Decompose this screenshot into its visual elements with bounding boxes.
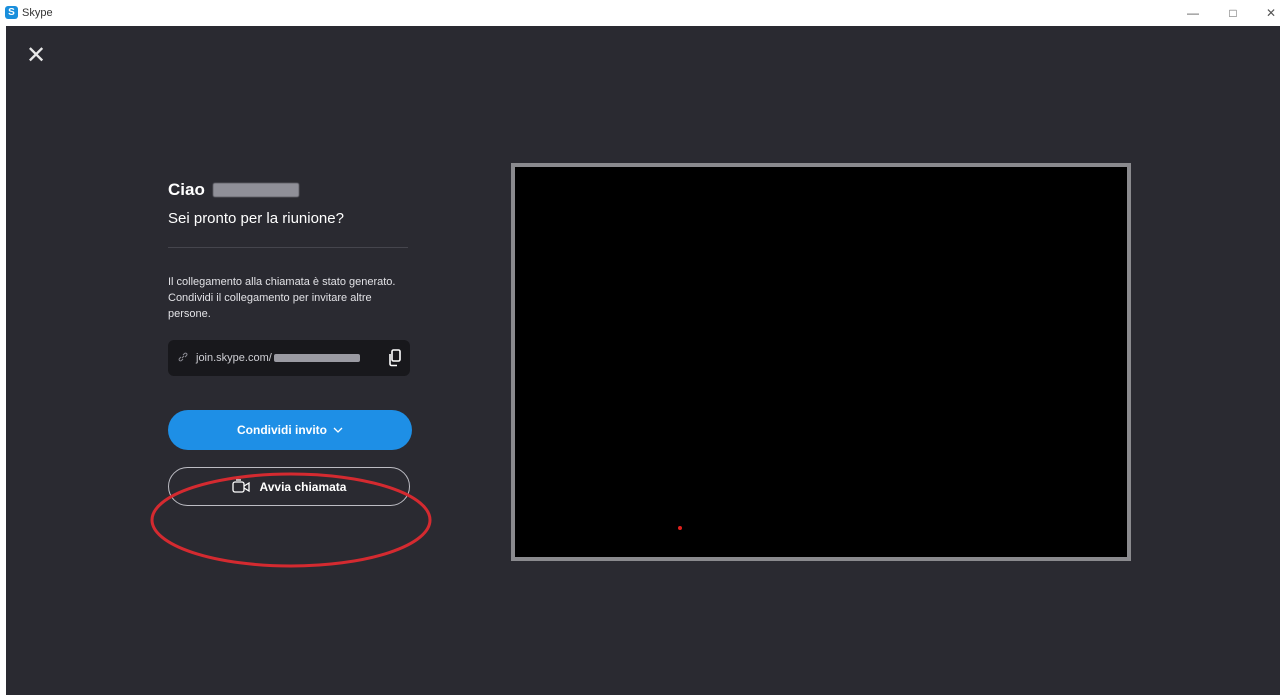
meeting-link-redacted [273,354,360,362]
chevron-down-icon [333,425,343,436]
window-titlebar: S Skype — □ ✕ [0,0,1280,26]
minimize-button[interactable]: — [1180,3,1206,23]
start-call-button[interactable]: Avvia chiamata [168,467,410,506]
divider [168,247,408,248]
greeting-row: Ciao [168,176,413,204]
share-invite-button[interactable]: Condividi invito [168,410,412,450]
maximize-button[interactable]: □ [1220,3,1246,23]
window-title: Skype [22,7,53,19]
copy-icon[interactable] [388,349,402,367]
meeting-setup-screen: ✕ Ciao Sei pronto per la riunione? Il co… [6,26,1280,695]
greeting-text: Ciao [168,180,205,199]
info-line-generated: Il collegamento alla chiamata è stato ge… [168,276,396,288]
camera-preview [511,163,1131,561]
meeting-question: Sei pronto per la riunione? [168,210,344,227]
link-info-text: Il collegamento alla chiamata è stato ge… [168,274,408,322]
start-call-label: Avvia chiamata [259,479,347,494]
window-close-button[interactable]: ✕ [1258,3,1280,23]
share-invite-label: Condividi invito [237,423,327,437]
meeting-link-text: join.skype.com/ [196,352,272,364]
meeting-link-field[interactable]: join.skype.com/ [168,340,410,376]
link-icon [178,352,188,365]
video-camera-icon [231,478,250,495]
user-name-redacted [212,183,299,197]
meeting-info-panel: Ciao Sei pronto per la riunione? Il coll… [168,176,413,506]
close-icon[interactable]: ✕ [26,44,46,68]
skype-logo-icon: S [5,6,18,19]
camera-indicator-dot [678,526,682,530]
info-line-share: Condividi il collegamento per invitare a… [168,292,372,320]
